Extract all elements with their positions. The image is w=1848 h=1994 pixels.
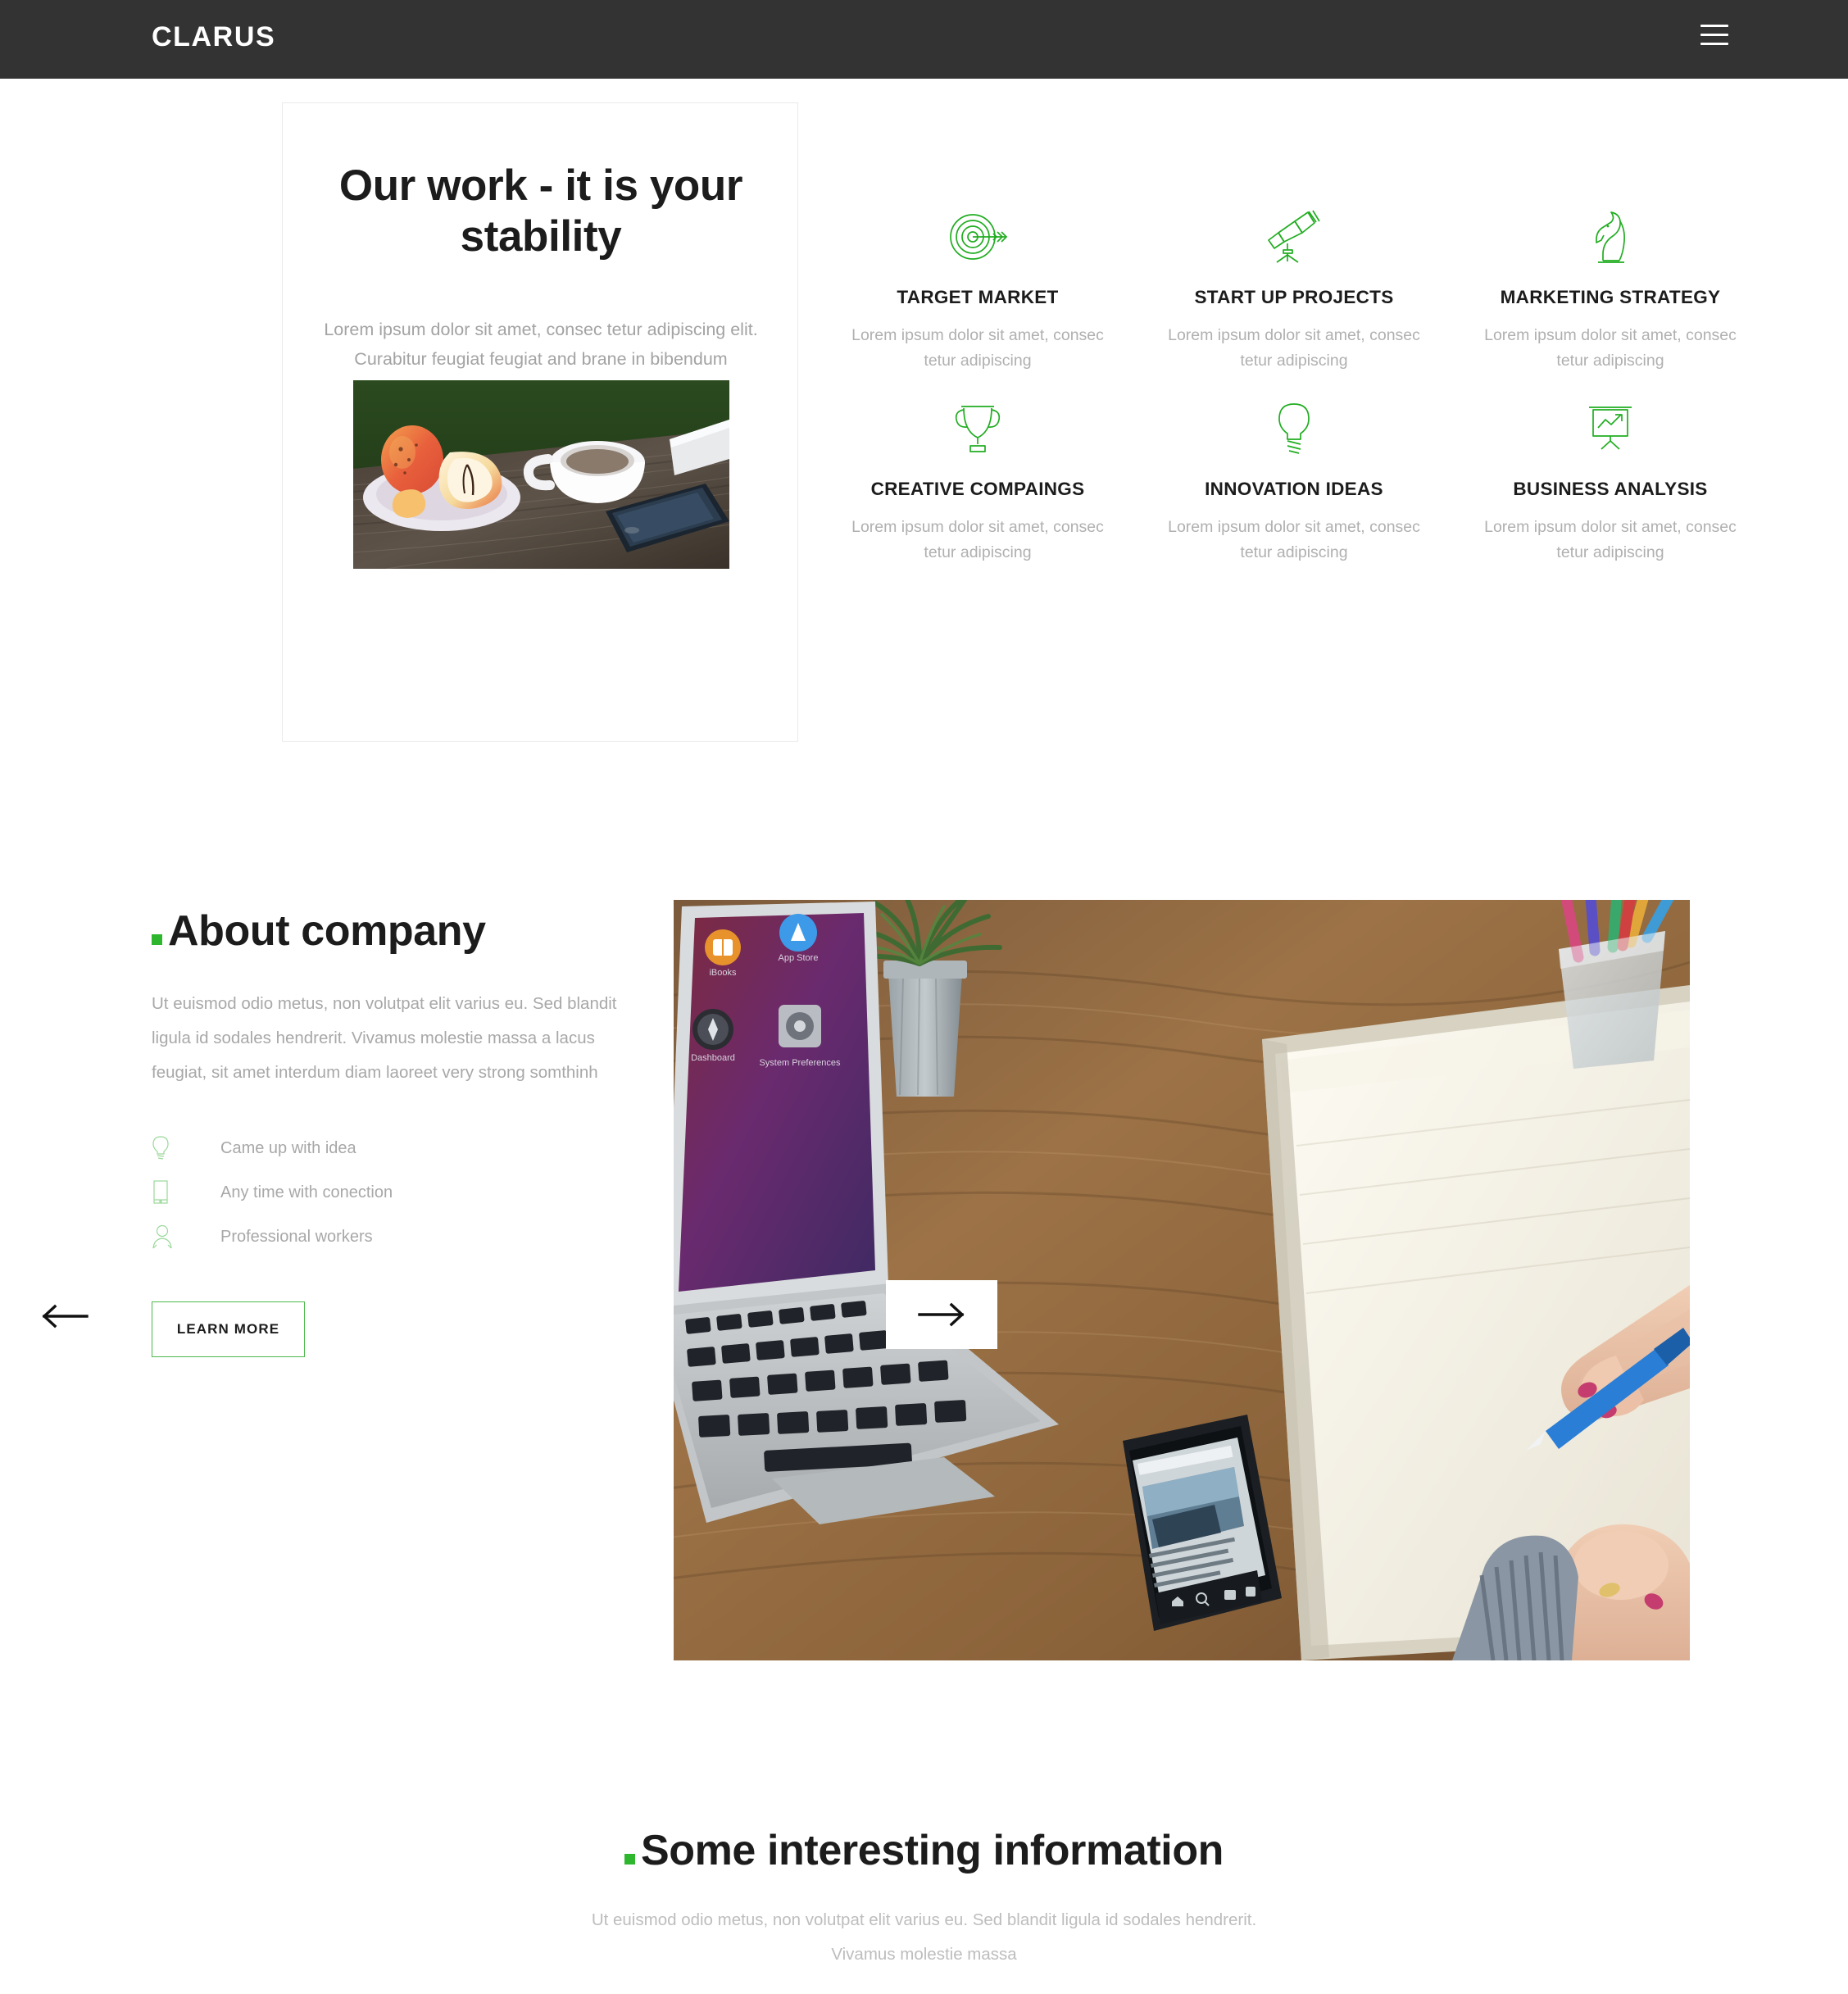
hero-subtitle: Lorem ipsum dolor sit amet, consec tetur… <box>324 320 758 369</box>
feature-start-up-projects[interactable]: START UP PROJECTS Lorem ipsum dolor sit … <box>1136 202 1452 374</box>
hamburger-icon[interactable] <box>1700 25 1732 51</box>
feature-desc: Lorem ipsum dolor sit amet, consec tetur… <box>1168 518 1420 561</box>
target-icon <box>844 202 1111 272</box>
svg-text:System Preferences: System Preferences <box>759 1058 841 1068</box>
about-heading-text: About company <box>168 907 486 955</box>
feature-innovation-ideas[interactable]: INNOVATION IDEAS Lorem ipsum dolor sit a… <box>1136 393 1452 565</box>
list-item: Any time with conection <box>152 1170 643 1215</box>
feature-title: TARGET MARKET <box>897 287 1059 307</box>
about-body-text: Ut euismod odio metus, non volutpat elit… <box>152 994 617 1082</box>
telescope-icon <box>1160 202 1428 272</box>
svg-text:App Store: App Store <box>779 953 819 963</box>
about-heading: About company <box>152 906 643 956</box>
lightbulb-icon <box>152 1135 194 1161</box>
feature-title: INNOVATION IDEAS <box>1205 479 1383 499</box>
arrow-right-icon <box>918 1302 965 1327</box>
feature-desc: Lorem ipsum dolor sit amet, consec tetur… <box>1484 326 1737 370</box>
feature-business-analysis[interactable]: BUSINESS ANALYSIS Lorem ipsum dolor sit … <box>1452 393 1769 565</box>
list-item: Came up with idea <box>152 1126 643 1170</box>
hamburger-bar <box>1700 34 1728 36</box>
features-grid: TARGET MARKET Lorem ipsum dolor sit amet… <box>820 202 1770 565</box>
carousel-prev-button[interactable] <box>9 1282 120 1351</box>
list-item: Professional workers <box>152 1215 643 1259</box>
accent-dot <box>152 934 162 945</box>
list-item-label: Came up with idea <box>220 1138 356 1157</box>
about-section: About company Ut euismod odio metus, non… <box>0 865 1848 1795</box>
feature-desc: Lorem ipsum dolor sit amet, consec tetur… <box>851 518 1104 561</box>
brand-logo[interactable]: CLARUS <box>152 21 275 53</box>
trophy-icon <box>844 393 1111 464</box>
svg-text:Dashboard: Dashboard <box>691 1053 735 1063</box>
hero-section: Our work - it is your stability Lorem ip… <box>0 79 1848 865</box>
arrow-left-icon <box>42 1304 89 1329</box>
feature-title: CREATIVE COMPAINGS <box>870 479 1085 499</box>
about-carousel-image: iBooks App Store Dashboard System Prefer… <box>674 900 1690 1660</box>
hamburger-bar <box>1700 25 1728 27</box>
tablet-icon <box>152 1179 194 1206</box>
lightbulb-icon <box>1160 393 1428 464</box>
accent-dot <box>624 1854 635 1865</box>
info-heading: Some interesting information <box>0 1826 1848 1875</box>
feature-title: MARKETING STRATEGY <box>1500 287 1721 307</box>
feature-marketing-strategy[interactable]: MARKETING STRATEGY Lorem ipsum dolor sit… <box>1452 202 1769 374</box>
list-item-label: Any time with conection <box>220 1183 393 1201</box>
hamburger-bar <box>1700 43 1728 45</box>
features-row-1: TARGET MARKET Lorem ipsum dolor sit amet… <box>820 202 1770 374</box>
svg-text:iBooks: iBooks <box>709 968 737 978</box>
feature-desc: Lorem ipsum dolor sit amet, consec tetur… <box>851 326 1104 370</box>
features-row-2: CREATIVE COMPAINGS Lorem ipsum dolor sit… <box>820 393 1770 565</box>
about-feature-list: Came up with idea Any time with conectio… <box>152 1126 643 1259</box>
info-subtitle: Ut euismod odio metus, non volutpat elit… <box>591 1910 1257 1964</box>
feature-creative-compaings[interactable]: CREATIVE COMPAINGS Lorem ipsum dolor sit… <box>820 393 1136 565</box>
chess-knight-icon <box>1477 202 1744 272</box>
site-header: CLARUS <box>0 0 1848 79</box>
presentation-chart-icon <box>1477 393 1744 464</box>
feature-desc: Lorem ipsum dolor sit amet, consec tetur… <box>1168 326 1420 370</box>
carousel-next-button[interactable] <box>886 1280 997 1349</box>
hero-card: Our work - it is your stability Lorem ip… <box>282 102 798 742</box>
feature-title: BUSINESS ANALYSIS <box>1513 479 1708 499</box>
info-heading-text: Some interesting information <box>640 1827 1224 1874</box>
feature-target-market[interactable]: TARGET MARKET Lorem ipsum dolor sit amet… <box>820 202 1136 374</box>
list-item-label: Professional workers <box>220 1227 373 1246</box>
feature-desc: Lorem ipsum dolor sit amet, consec tetur… <box>1484 518 1737 561</box>
person-icon <box>152 1224 194 1250</box>
feature-title: START UP PROJECTS <box>1194 287 1394 307</box>
learn-more-button[interactable]: LEARN MORE <box>152 1301 305 1357</box>
info-section: Some interesting information Ut euismod … <box>0 1795 1848 1994</box>
hero-photo <box>353 380 729 569</box>
hero-title: Our work - it is your stability <box>338 161 743 261</box>
about-text-column: About company Ut euismod odio metus, non… <box>152 906 643 1357</box>
